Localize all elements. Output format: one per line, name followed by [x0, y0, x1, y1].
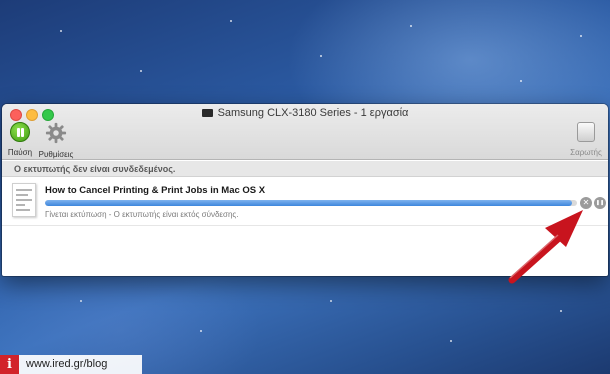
pause-printer-button[interactable]: Παύση [6, 122, 34, 157]
settings-button[interactable]: Ρυθμίσεις [38, 122, 74, 159]
window-title: Samsung CLX-3180 Series - 1 εργασία [2, 107, 608, 119]
site-logo: i [0, 355, 19, 374]
job-progress-fill [45, 200, 572, 206]
pause-label: Παύση [7, 148, 33, 157]
printer-status: Ο εκτυπωτής δεν είναι συνδεδεμένος. [2, 161, 608, 177]
supplies-label: Σαρωτής [570, 148, 602, 157]
print-queue-window: Samsung CLX-3180 Series - 1 εργασία Παύσ… [2, 104, 608, 276]
window-title-text: Samsung CLX-3180 Series - 1 εργασία [217, 107, 409, 119]
delete-job-button[interactable]: ✕ [580, 197, 592, 209]
site-watermark: i www.ired.gr/blog [0, 355, 142, 374]
job-status: Γίνεται εκτύπωση - Ο εκτυπωτής είναι εκτ… [45, 210, 239, 219]
supplies-button[interactable]: Σαρωτής [566, 122, 606, 157]
job-progress-bar [45, 200, 577, 206]
job-name: How to Cancel Printing & Print Jobs in M… [45, 185, 266, 196]
hold-job-button[interactable]: ❚❚ [594, 197, 606, 209]
gear-icon [45, 122, 67, 144]
pause-icon [10, 122, 30, 142]
titlebar: Samsung CLX-3180 Series - 1 εργασία Παύσ… [2, 104, 608, 160]
supply-icon [577, 122, 595, 142]
printer-icon [201, 109, 213, 117]
settings-label: Ρυθμίσεις [38, 150, 74, 159]
print-job-row[interactable]: How to Cancel Printing & Print Jobs in M… [2, 178, 608, 226]
site-url: www.ired.gr/blog [26, 358, 108, 370]
document-thumbnail [12, 183, 36, 217]
